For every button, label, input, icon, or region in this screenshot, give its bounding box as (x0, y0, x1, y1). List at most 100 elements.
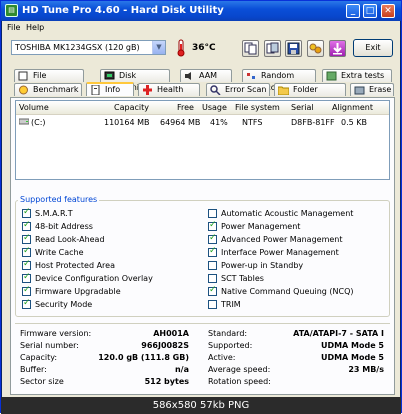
free-cell: 64964 MB (160, 118, 201, 127)
disk-monitor-icon (104, 71, 115, 81)
column-header[interactable]: Capacity (114, 103, 149, 112)
tab-disk-monitor[interactable]: Disk monitor (100, 69, 170, 92)
feature-ncq-checkbox[interactable]: Native Command Queuing (NCQ) (208, 285, 354, 297)
checkbox[interactable] (208, 274, 217, 283)
column-header[interactable]: Serial (291, 103, 314, 112)
detail-label: Capacity: (20, 353, 58, 362)
minimize-button[interactable]: _ (346, 4, 360, 18)
detail-value: 120.0 gB (111.8 GB) (98, 353, 189, 362)
detail-value: UDMA Mode 5 (320, 341, 384, 350)
close-button[interactable]: ✕ (381, 4, 395, 18)
feature-label: Power Management (221, 222, 301, 231)
feature-read-lookahead-checkbox[interactable]: Read Look-Ahead (22, 233, 105, 245)
feature-smart-checkbox[interactable]: S.M.A.R.T (22, 207, 73, 219)
detail-value: 966J0082S (141, 341, 189, 350)
column-header[interactable]: Volume (19, 103, 49, 112)
detail-label: Average speed: (208, 365, 271, 374)
title-bar[interactable]: ▤ HD Tune Pro 4.60 - Hard Disk Utility _… (1, 1, 401, 21)
feature-48bit-checkbox[interactable]: 48-bit Address (22, 220, 93, 232)
feature-label: SCT Tables (221, 274, 264, 283)
checkbox[interactable] (208, 233, 217, 244)
detail-label: Sector size (20, 377, 64, 386)
speaker-icon (184, 71, 195, 81)
feature-trim-checkbox[interactable]: TRIM (208, 299, 241, 310)
feature-write-cache-checkbox[interactable]: Write Cache (22, 246, 84, 258)
copy-screenshot-icon[interactable] (264, 40, 281, 57)
feature-ipm-checkbox[interactable]: Interface Power Management (208, 246, 339, 258)
volume-list[interactable]: Volume Capacity Free Usage File system S… (15, 100, 390, 180)
checkbox[interactable] (22, 207, 31, 218)
checkbox[interactable] (208, 300, 217, 309)
column-header[interactable]: File system (235, 103, 280, 112)
checkbox[interactable] (208, 285, 217, 296)
feature-label: Interface Power Management (221, 248, 339, 257)
tab-aam[interactable]: AAM (180, 69, 232, 82)
feature-label: Host Protected Area (35, 261, 115, 270)
tab-benchmark[interactable]: Benchmark (14, 83, 82, 96)
info-panel: Volume Capacity Free Usage File system S… (10, 97, 395, 395)
hd-tune-icon: ▤ (5, 4, 18, 17)
magnifier-icon (210, 85, 221, 96)
tab-label: Benchmark (33, 85, 79, 94)
menu-file[interactable]: File (7, 23, 20, 32)
tab-info[interactable]: Info (86, 82, 134, 96)
checkbox[interactable] (22, 220, 31, 231)
serial-cell: D8FB-81FF (291, 118, 335, 127)
checkbox[interactable] (208, 246, 217, 257)
feature-puis-checkbox[interactable]: Power-up in Standby (208, 260, 303, 271)
column-header[interactable]: Alignment (332, 103, 373, 112)
checkbox[interactable] (22, 246, 31, 257)
feature-firmware-checkbox[interactable]: Firmware Upgradable (22, 285, 121, 297)
checkbox[interactable] (208, 209, 217, 218)
maximize-button[interactable]: □ (363, 4, 377, 18)
feature-hpa-checkbox[interactable]: Host Protected Area (22, 259, 115, 271)
feature-security-checkbox[interactable]: Security Mode (22, 298, 92, 310)
checkbox[interactable] (208, 261, 217, 270)
tab-erase[interactable]: Erase (350, 83, 394, 96)
tab-label: Health (157, 85, 184, 94)
tab-extra-tests[interactable]: Extra tests (322, 69, 392, 82)
menu-help[interactable]: Help (26, 23, 44, 32)
feature-label: Native Command Queuing (NCQ) (221, 287, 354, 296)
checkbox[interactable] (22, 285, 31, 296)
feature-sct-checkbox[interactable]: SCT Tables (208, 273, 264, 284)
feature-label: Read Look-Ahead (35, 235, 105, 244)
tab-file-benchmark[interactable]: File Benchmark (14, 69, 84, 92)
feature-dco-checkbox[interactable]: Device Configuration Overlay (22, 272, 153, 284)
checkbox[interactable] (208, 220, 217, 231)
feature-label: Power-up in Standby (221, 261, 304, 270)
exit-button[interactable]: Exit (353, 39, 393, 57)
tab-strip: File Benchmark Disk monitor AAM Random A… (10, 69, 395, 106)
checkbox[interactable] (22, 233, 31, 244)
app-window: ▤ HD Tune Pro 4.60 - Hard Disk Utility _… (0, 0, 402, 414)
extra-tests-icon (326, 71, 337, 81)
column-header[interactable]: Free (177, 103, 194, 112)
download-icon[interactable] (329, 40, 346, 57)
checkbox[interactable] (22, 259, 31, 270)
checkbox[interactable] (22, 272, 31, 283)
benchmark-icon (18, 85, 29, 95)
feature-aam-checkbox[interactable]: Automatic Acoustic Management (208, 208, 353, 219)
feature-label: TRIM (221, 300, 241, 309)
detail-value: UDMA Mode 5 (320, 353, 384, 362)
table-row[interactable]: (C:) 110164 MB 64964 MB 41% NTFS D8FB-81… (16, 116, 389, 129)
tab-error-scan[interactable]: Error Scan (206, 83, 270, 96)
tab-folder-usage[interactable]: Folder Usage (274, 83, 346, 106)
chevron-down-icon[interactable]: ▼ (152, 41, 165, 54)
random-access-icon (246, 71, 257, 81)
save-icon[interactable] (285, 40, 302, 57)
detail-label: Buffer: (20, 365, 47, 374)
checkbox[interactable] (22, 298, 31, 309)
feature-apm-checkbox[interactable]: Advanced Power Management (208, 233, 343, 245)
volume-cell: (C:) (31, 118, 46, 127)
tab-random-access[interactable]: Random Access (242, 69, 316, 92)
drive-select[interactable]: TOSHIBA MK1234GSX (120 gB) ▼ (11, 40, 166, 55)
detail-label: Active: (208, 353, 236, 362)
tab-health[interactable]: Health (138, 83, 200, 96)
detail-value: 23 MB/s (348, 365, 384, 374)
copy-text-icon[interactable] (242, 40, 259, 57)
options-icon[interactable] (307, 40, 324, 57)
column-header[interactable]: Usage (202, 103, 227, 112)
feature-power-mgmt-checkbox[interactable]: Power Management (208, 220, 301, 232)
detail-label: Rotation speed: (208, 377, 271, 386)
